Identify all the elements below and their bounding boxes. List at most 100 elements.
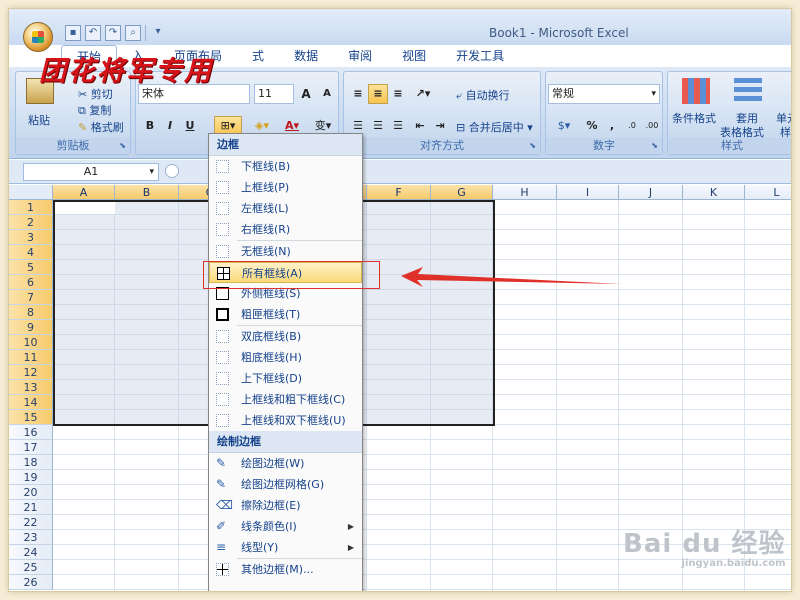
column-header-k[interactable]: K [683, 185, 745, 200]
increase-decimal-icon[interactable]: .0 [622, 116, 642, 136]
menu-item-erase-border[interactable]: ⌫ 擦除边框(E) [209, 495, 362, 516]
row-header-10[interactable]: 10 [9, 335, 53, 350]
menu-item-thick-box-border[interactable]: 粗匣框线(T) [209, 304, 362, 325]
row-header-19[interactable]: 19 [9, 470, 53, 485]
paste-button[interactable]: 粘贴 [28, 112, 50, 128]
menu-item-thick-bottom-border[interactable]: 粗底框线(H) [209, 347, 362, 368]
row-header-12[interactable]: 12 [9, 365, 53, 380]
conditional-formatting-icon[interactable] [682, 78, 710, 104]
align-center-icon[interactable]: ☰ [368, 116, 388, 136]
row-header-18[interactable]: 18 [9, 455, 53, 470]
name-box[interactable]: A1 ▾ [23, 163, 159, 181]
row-header-24[interactable]: 24 [9, 545, 53, 560]
row-header-13[interactable]: 13 [9, 380, 53, 395]
row-header-20[interactable]: 20 [9, 485, 53, 500]
align-middle-icon[interactable]: ≡ [368, 84, 388, 104]
format-as-table-icon[interactable] [734, 78, 762, 104]
wrap-text-button[interactable]: ⤶ 自动换行 [456, 87, 510, 103]
copy-button[interactable]: ⧉ 复制 [78, 102, 111, 118]
row-header-7[interactable]: 7 [9, 290, 53, 305]
italic-button[interactable]: I [160, 116, 180, 136]
print-preview-icon[interactable]: ⌕ [125, 25, 141, 41]
conditional-formatting-button[interactable]: 条件格式 [672, 110, 716, 126]
menu-item-double-bottom-border[interactable]: 双底框线(B) [209, 326, 362, 347]
menu-item-more-borders[interactable]: 其他边框(M)... [209, 559, 362, 580]
dialog-launcher-icon[interactable]: ⬊ [651, 138, 658, 154]
column-header-i[interactable]: I [557, 185, 619, 200]
increase-indent-icon[interactable]: ⇥ [430, 116, 450, 136]
comma-button[interactable]: , [602, 116, 622, 136]
fx-button[interactable] [165, 164, 179, 178]
cut-button[interactable]: ✂ 剪切 [78, 86, 113, 102]
decrease-indent-icon[interactable]: ⇤ [410, 116, 430, 136]
dialog-launcher-icon[interactable]: ⬊ [529, 138, 536, 154]
menu-item-bottom-border[interactable]: 下框线(B) [209, 156, 362, 177]
column-header-l[interactable]: L [745, 185, 791, 200]
menu-item-top-border[interactable]: 上框线(P) [209, 177, 362, 198]
currency-icon[interactable]: $▾ [550, 116, 578, 136]
row-header-17[interactable]: 17 [9, 440, 53, 455]
row-header-25[interactable]: 25 [9, 560, 53, 575]
column-header-j[interactable]: J [619, 185, 683, 200]
row-header-11[interactable]: 11 [9, 350, 53, 365]
tab-data[interactable]: 数据 [279, 45, 333, 67]
menu-item-line-color[interactable]: ✐ 线条颜色(I) ▶ [209, 516, 362, 537]
menu-item-left-border[interactable]: 左框线(L) [209, 198, 362, 219]
font-size-box[interactable]: 11 [254, 84, 294, 104]
menu-item-top-bottom-border[interactable]: 上下框线(D) [209, 368, 362, 389]
row-header-1[interactable]: 1 [9, 200, 53, 215]
menu-item-right-border[interactable]: 右框线(R) [209, 219, 362, 240]
align-bottom-icon[interactable]: ≡ [388, 84, 408, 104]
customize-qat-icon[interactable]: ▾ [150, 25, 166, 41]
underline-button[interactable]: U [180, 116, 200, 136]
row-header-6[interactable]: 6 [9, 275, 53, 290]
tab-developer[interactable]: 开发工具 [441, 45, 519, 67]
row-header-14[interactable]: 14 [9, 395, 53, 410]
row-header-22[interactable]: 22 [9, 515, 53, 530]
column-header-g[interactable]: G [431, 185, 493, 200]
bold-button[interactable]: B [140, 116, 160, 136]
orientation-icon[interactable]: ↗▾ [410, 84, 436, 104]
row-header-2[interactable]: 2 [9, 215, 53, 230]
number-format-box[interactable]: 常规 ▾ [548, 84, 660, 104]
column-header-a[interactable]: A [53, 185, 115, 200]
office-button[interactable] [23, 22, 53, 52]
menu-item-top-thick-bottom-border[interactable]: 上框线和粗下框线(C) [209, 389, 362, 410]
column-header-f[interactable]: F [367, 185, 431, 200]
merge-center-button[interactable]: ⊟ 合并后居中 ▾ [456, 119, 533, 135]
row-header-3[interactable]: 3 [9, 230, 53, 245]
row-header-4[interactable]: 4 [9, 245, 53, 260]
row-header-21[interactable]: 21 [9, 500, 53, 515]
active-cell-a1[interactable] [55, 202, 115, 214]
tab-review[interactable]: 审阅 [333, 45, 387, 67]
undo-icon[interactable]: ↶ [85, 25, 101, 41]
menu-item-line-style[interactable]: ≡ 线型(Y) ▶ [209, 537, 362, 558]
row-header-8[interactable]: 8 [9, 305, 53, 320]
align-right-icon[interactable]: ☰ [388, 116, 408, 136]
row-header-9[interactable]: 9 [9, 320, 53, 335]
row-header-23[interactable]: 23 [9, 530, 53, 545]
row-header-15[interactable]: 15 [9, 410, 53, 425]
decrease-decimal-icon[interactable]: .00 [642, 116, 662, 136]
menu-item-draw-border[interactable]: ✎ 绘图边框(W) [209, 453, 362, 474]
align-top-icon[interactable]: ≡ [348, 84, 368, 104]
increase-font-icon[interactable]: A [296, 84, 316, 104]
row-header-26[interactable]: 26 [9, 575, 53, 590]
redo-icon[interactable]: ↷ [105, 25, 121, 41]
percent-button[interactable]: % [582, 116, 602, 136]
format-painter-button[interactable]: ✎ 格式刷 [78, 119, 124, 135]
row-header-5[interactable]: 5 [9, 260, 53, 275]
decrease-font-icon[interactable]: A [317, 84, 337, 104]
menu-item-draw-border-grid[interactable]: ✎ 绘图边框网格(G) [209, 474, 362, 495]
column-header-b[interactable]: B [115, 185, 179, 200]
select-all-corner[interactable] [9, 185, 53, 200]
menu-item-no-border[interactable]: 无框线(N) [209, 241, 362, 262]
draw-border-icon: ✎ [216, 456, 227, 470]
dialog-launcher-icon[interactable]: ⬊ [119, 138, 126, 154]
menu-item-top-double-bottom-border[interactable]: 上框线和双下框线(U) [209, 410, 362, 431]
row-header-16[interactable]: 16 [9, 425, 53, 440]
save-icon[interactable]: ▪ [65, 25, 81, 41]
tab-view[interactable]: 视图 [387, 45, 441, 67]
tab-formulas[interactable]: 式 [237, 45, 279, 67]
column-header-h[interactable]: H [493, 185, 557, 200]
